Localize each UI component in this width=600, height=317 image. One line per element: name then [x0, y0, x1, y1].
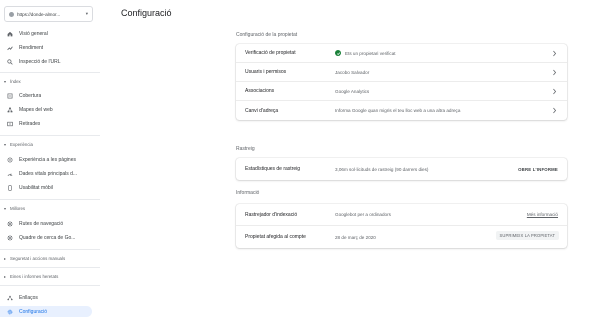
group-label-about: Informació	[236, 190, 260, 196]
section-label: Eines i informes heretats	[10, 274, 59, 279]
sidebar-item-page-experience[interactable]: Experiència a les pàgines	[0, 154, 100, 165]
breadcrumbs-icon	[7, 221, 13, 227]
sidebar-item-label: Dades vitals principals d...	[19, 170, 78, 177]
sidebar-divider	[0, 285, 100, 286]
property-settings-card: Verificació de propietat Ets un propieta…	[236, 44, 567, 120]
row-associations[interactable]: Associacions Google Analytics	[236, 82, 567, 101]
row-name: Verificació de propietat	[245, 50, 296, 56]
learn-more-link[interactable]: Més informació	[527, 212, 558, 217]
sidebar-item-settings[interactable]: Configuració	[0, 306, 92, 317]
sidebar-item-label: Cobertura	[19, 92, 42, 99]
chevron-down-icon: ▾	[85, 11, 88, 16]
group-label-crawling: Rastreig	[236, 146, 255, 152]
row-value: Jacobo Salvador	[335, 69, 370, 75]
row-value: Informa Google quan migris el teu lloc w…	[335, 108, 461, 113]
page-title: Configuració	[121, 8, 172, 18]
sidebar-item-url-inspection[interactable]: Inspecció de l'URL	[0, 56, 100, 67]
sitemaps-icon	[7, 107, 13, 113]
links-icon	[7, 295, 13, 301]
sidebar-divider	[0, 249, 100, 250]
row-value: 3,06m sol·licituds de rastreig (90 darre…	[335, 166, 429, 172]
sidebar-item-overview[interactable]: Visió general	[0, 28, 100, 39]
row-name: Propietat afegida al compte	[245, 234, 306, 240]
chevron-right-icon	[553, 50, 557, 57]
sidebar-item-performance[interactable]: Rendiment	[0, 42, 100, 53]
row-crawl-stats: Estadístiques de rastreig 3,06m sol·lici…	[236, 158, 567, 180]
crawling-card: Estadístiques de rastreig 3,06m sol·lici…	[236, 158, 567, 180]
section-label: Seguretat i accions manuals	[10, 256, 66, 261]
sidebar-item-label: Inspecció de l'URL	[19, 58, 61, 65]
sidebar-item-label: Rendiment	[19, 44, 44, 51]
row-name: Estadístiques de rastreig	[245, 166, 301, 172]
sidebar-item-sitelinks-searchbox[interactable]: Quadre de cerca de Go...	[0, 232, 100, 243]
mobile-icon	[7, 184, 13, 191]
sidebar-item-core-web-vitals[interactable]: Dades vitals principals d...	[0, 168, 100, 179]
sidebar-divider	[0, 199, 100, 200]
section-label: Índex	[10, 79, 21, 84]
row-change-of-address[interactable]: Canvi d'adreça Informa Google quan migri…	[236, 101, 567, 120]
row-value: Google Analytics	[335, 88, 370, 94]
sidebar-item-label: Usabilitat mòbil	[19, 184, 53, 191]
remove-property-button[interactable]: SUPRIMEIX LA PROPIETAT	[495, 231, 559, 240]
page-experience-icon	[7, 157, 13, 163]
sidebar-divider	[0, 135, 100, 136]
chevron-right-icon	[553, 107, 557, 114]
section-label: Millores	[10, 206, 26, 211]
web-vitals-icon	[7, 171, 13, 177]
sidebar-item-label: Rutes de navegació	[19, 220, 64, 227]
trending-up-icon	[7, 45, 13, 51]
sidebar: https://donde-almor... ▾ Visió general R…	[0, 0, 100, 317]
sidebar-item-sitemaps[interactable]: Mapes del web	[0, 104, 100, 115]
sidebar-divider	[0, 72, 100, 73]
sidebar-item-label: Mapes del web	[19, 106, 53, 113]
row-name: Usuaris i permisos	[245, 69, 287, 75]
row-value: Ets un propietari verificat	[335, 50, 396, 56]
verification-status: Ets un propietari verificat	[345, 50, 396, 56]
section-label: Experiència	[10, 142, 33, 147]
property-favicon-icon	[9, 11, 14, 17]
settings-icon	[7, 309, 13, 315]
sidebar-item-mobile-usability[interactable]: Usabilitat mòbil	[0, 182, 100, 193]
row-ownership-verification[interactable]: Verificació de propietat Ets un propieta…	[236, 44, 567, 63]
row-value: 28 de març de 2020	[335, 234, 376, 240]
row-name: Rastrejador d'indexació	[245, 211, 298, 218]
row-value: Googlebot per a ordinadors	[335, 212, 391, 217]
sidebar-item-removals[interactable]: Retirades	[0, 118, 100, 129]
sidebar-item-label: Enllaços	[19, 294, 38, 301]
removals-icon	[7, 121, 13, 127]
section-index[interactable]: ▾ Índex	[0, 77, 100, 86]
sitelinks-searchbox-icon	[7, 235, 13, 241]
row-name: Associacions	[245, 88, 275, 94]
row-property-added: Propietat afegida al compte 28 de març d…	[236, 226, 567, 248]
section-security-manual-actions[interactable]: ▸ Seguretat i accions manuals	[0, 254, 100, 263]
sidebar-item-coverage[interactable]: Cobertura	[0, 90, 100, 101]
page-header: Configuració	[100, 0, 600, 26]
row-users-permissions[interactable]: Usuaris i permisos Jacobo Salvador	[236, 63, 567, 82]
sidebar-item-label: Configuració	[19, 308, 48, 315]
sidebar-item-label: Visió general	[19, 30, 48, 37]
search-icon	[7, 58, 13, 65]
sidebar-item-label: Retirades	[19, 120, 41, 127]
group-label-property-settings: Configuració de la propietat	[236, 32, 298, 38]
check-circle-icon	[335, 50, 341, 56]
about-card: Rastrejador d'indexació Googlebot per a …	[236, 204, 567, 248]
chevron-right-icon	[553, 69, 557, 76]
sidebar-item-links[interactable]: Enllaços	[0, 292, 100, 303]
sidebar-item-label: Quadre de cerca de Go...	[19, 234, 76, 241]
property-selector[interactable]: https://donde-almor... ▾	[4, 6, 93, 22]
coverage-icon	[7, 93, 13, 99]
chevron-right-icon	[553, 88, 557, 95]
home-icon	[7, 31, 13, 37]
row-indexing-crawler: Rastrejador d'indexació Googlebot per a …	[236, 204, 567, 226]
section-enhancements[interactable]: ▾ Millores	[0, 204, 100, 213]
sidebar-divider	[0, 267, 100, 268]
property-name: https://donde-almor...	[17, 11, 61, 17]
row-name: Canvi d'adreça	[245, 107, 279, 114]
open-report-button[interactable]: OBRE L'INFORME	[518, 167, 558, 172]
section-experience[interactable]: ▾ Experiència	[0, 140, 100, 149]
sidebar-item-label: Experiència a les pàgines	[19, 156, 76, 163]
section-legacy-tools[interactable]: ▸ Eines i informes heretats	[0, 272, 100, 281]
sidebar-item-breadcrumbs[interactable]: Rutes de navegació	[0, 218, 100, 229]
